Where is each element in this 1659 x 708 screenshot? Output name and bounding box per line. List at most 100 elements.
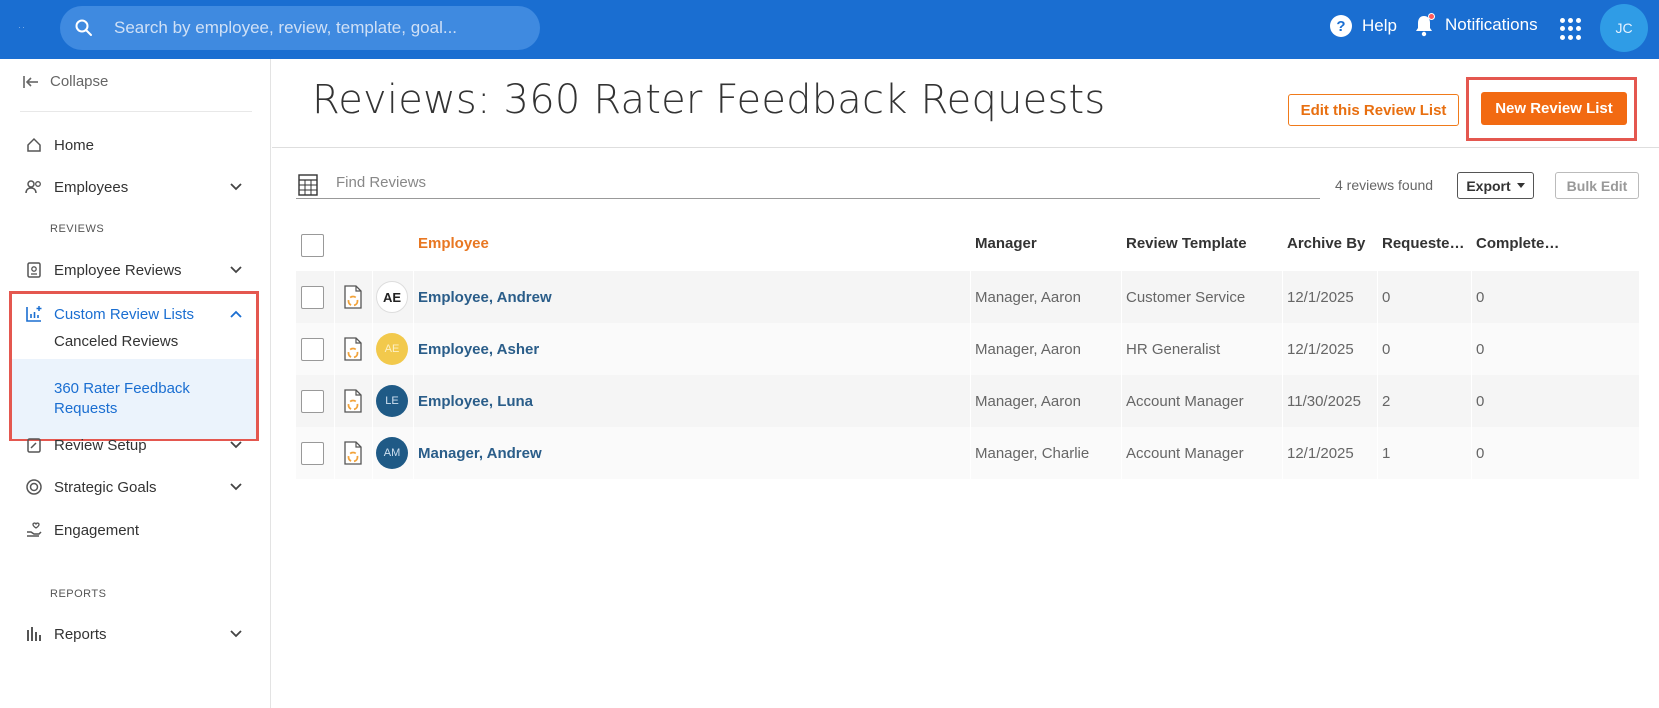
manager-cell: Manager, Aaron xyxy=(975,392,1081,410)
page-title: Reviews: 360 Rater Feedback Requests xyxy=(312,77,1106,123)
column-divider xyxy=(372,271,373,323)
user-avatar[interactable]: JC xyxy=(1600,4,1648,52)
review-document-icon[interactable] xyxy=(343,441,363,465)
notifications-link[interactable]: Notifications xyxy=(1413,13,1538,37)
export-dropdown-button[interactable]: Export xyxy=(1457,172,1534,199)
avatar-cell: LE xyxy=(376,375,408,427)
column-divider xyxy=(1121,323,1122,375)
row-checkbox[interactable] xyxy=(301,337,324,361)
column-divider xyxy=(372,375,373,427)
reviews-table: Employee Manager Review Template Archive… xyxy=(296,219,1639,479)
avatar-cell: AE xyxy=(376,323,408,375)
row-select-cell xyxy=(301,271,324,323)
table-row[interactable]: AE Employee, Asher Manager, Aaron HR Genera… xyxy=(296,323,1639,375)
export-label: Export xyxy=(1466,177,1511,194)
sidebar-subitem-360-rater-feedback[interactable]: 360 Rater Feedback Requests xyxy=(12,359,256,439)
sidebar-item-label: Review Setup xyxy=(54,436,147,454)
column-divider xyxy=(970,375,971,427)
section-label-reports: REPORTS xyxy=(50,588,107,600)
review-template-cell: HR Generalist xyxy=(1126,340,1221,358)
search-icon xyxy=(75,19,92,36)
column-header-completed[interactable]: Complete… xyxy=(1476,235,1559,252)
sidebar-item-home[interactable]: Home xyxy=(24,130,244,160)
review-document-icon[interactable] xyxy=(343,337,363,361)
column-divider xyxy=(1282,427,1283,479)
sidebar-item-review-setup[interactable]: Review Setup xyxy=(24,430,244,460)
bulk-edit-button[interactable]: Bulk Edit xyxy=(1555,172,1639,199)
avatar-cell: AE xyxy=(376,271,408,323)
avatar: AE xyxy=(376,333,408,365)
table-row[interactable]: AM Manager, Andrew Manager, Charlie Account… xyxy=(296,427,1639,479)
review-doc-cell xyxy=(343,427,363,479)
row-checkbox[interactable] xyxy=(301,285,324,309)
column-divider xyxy=(1377,375,1378,427)
review-doc-cell xyxy=(343,271,363,323)
column-divider xyxy=(970,271,971,323)
sidebar-subitem-canceled-reviews[interactable]: Canceled Reviews xyxy=(12,323,256,359)
column-divider xyxy=(372,323,373,375)
sidebar-item-engagement[interactable]: Engagement xyxy=(24,515,244,545)
column-divider xyxy=(970,323,971,375)
edit-review-list-button[interactable]: Edit this Review List xyxy=(1288,94,1459,126)
sidebar-item-label: Reports xyxy=(54,625,107,643)
manager-cell: Manager, Aaron xyxy=(975,340,1081,358)
archive-by-cell: 12/1/2025 xyxy=(1287,444,1354,462)
logo-dots: ·· xyxy=(18,22,26,32)
sidebar-item-employees[interactable]: Employees xyxy=(24,172,244,202)
column-header-employee[interactable]: Employee xyxy=(418,235,489,252)
table-row[interactable]: AE Employee, Andrew Manager, Aaron Customer… xyxy=(296,271,1639,323)
find-reviews-input[interactable] xyxy=(296,167,1320,199)
sidebar-item-reports[interactable]: Reports xyxy=(24,619,244,649)
column-header-review-template[interactable]: Review Template xyxy=(1126,235,1247,252)
review-document-icon[interactable] xyxy=(343,285,363,309)
column-header-requested[interactable]: Requeste… xyxy=(1382,235,1465,252)
row-checkbox[interactable] xyxy=(301,389,324,413)
column-divider xyxy=(970,427,971,479)
row-select-cell xyxy=(301,427,324,479)
review-document-icon[interactable] xyxy=(343,389,363,413)
review-template-cell: Account Manager xyxy=(1126,444,1244,462)
manager-cell: Manager, Aaron xyxy=(975,288,1081,306)
employee-cell[interactable]: Employee, Asher xyxy=(418,323,539,375)
avatar-cell: AM xyxy=(376,427,408,479)
select-all-checkbox[interactable] xyxy=(301,233,324,257)
sidebar-item-employee-reviews[interactable]: Employee Reviews xyxy=(24,255,244,285)
search-input[interactable] xyxy=(114,6,524,50)
column-header-archive-by[interactable]: Archive By xyxy=(1287,235,1365,252)
sidebar-item-label: Strategic Goals xyxy=(54,478,157,496)
row-checkbox[interactable] xyxy=(301,441,324,465)
apps-grid-icon[interactable] xyxy=(1560,18,1582,40)
archive-by-cell: 12/1/2025 xyxy=(1287,340,1354,358)
chevron-down-icon xyxy=(230,266,242,274)
top-bar: ·· ? Help Notifications JC xyxy=(0,0,1659,59)
column-header-manager[interactable]: Manager xyxy=(975,235,1037,252)
sidebar-item-strategic-goals[interactable]: Strategic Goals xyxy=(24,472,244,502)
review-template-cell: Account Manager xyxy=(1126,392,1244,410)
sidebar-item-label: Engagement xyxy=(54,521,140,539)
notification-dot xyxy=(1428,13,1435,20)
collapse-label: Collapse xyxy=(50,73,109,90)
sidebar-item-label: Employee Reviews xyxy=(54,261,182,279)
archive-by-cell: 11/30/2025 xyxy=(1287,392,1361,410)
column-divider xyxy=(413,375,414,427)
column-divider xyxy=(1282,323,1283,375)
column-divider xyxy=(1282,375,1283,427)
results-count: 4 reviews found xyxy=(1335,177,1434,193)
collapse-button[interactable]: Collapse xyxy=(22,73,108,90)
employee-cell[interactable]: Manager, Andrew xyxy=(418,427,542,479)
avatar: AM xyxy=(376,437,408,469)
column-divider xyxy=(1377,427,1378,479)
employee-cell[interactable]: Employee, Luna xyxy=(418,375,533,427)
table-row[interactable]: LE Employee, Luna Manager, Aaron Account Ma… xyxy=(296,375,1639,427)
select-all-cell xyxy=(301,219,324,271)
requested-cell: 0 xyxy=(1382,340,1391,358)
new-review-list-button[interactable]: New Review List xyxy=(1481,92,1627,125)
global-search[interactable] xyxy=(60,6,540,50)
column-divider xyxy=(413,427,414,479)
column-divider xyxy=(334,271,335,323)
column-divider xyxy=(334,323,335,375)
column-divider xyxy=(413,271,414,323)
employee-cell[interactable]: Employee, Andrew xyxy=(418,271,552,323)
help-link[interactable]: ? Help xyxy=(1330,15,1397,37)
column-divider xyxy=(1471,427,1472,479)
